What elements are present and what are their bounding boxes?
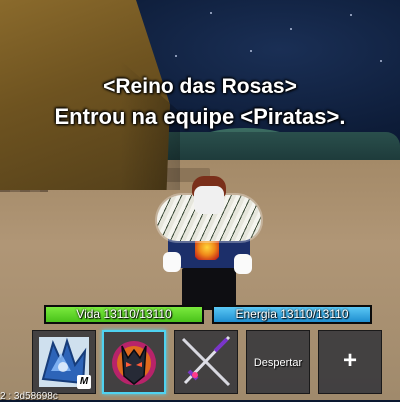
health-bar: Vida 13110/13110 <box>44 305 204 324</box>
hotbar-slot-devil-fruit[interactable] <box>102 330 166 394</box>
notification-title: <Reino das Rosas> <box>103 75 297 98</box>
hotbar-slot-fighting-style[interactable]: M <box>32 330 96 394</box>
notification-text: Entrou na equipe <Piratas>. <box>54 104 346 129</box>
awaken-button[interactable]: Despertar <box>246 330 310 394</box>
energy-label: Energia 13110/13110 <box>235 307 349 321</box>
health-label: Vida 13110/13110 <box>76 307 172 321</box>
character-hand <box>234 254 252 274</box>
awaken-label: Despertar <box>253 357 303 369</box>
character-head <box>194 186 224 214</box>
session-id: 2 : 3d58698c <box>0 391 58 402</box>
mastery-badge: M <box>77 375 91 389</box>
crossed-swords-icon <box>181 335 231 387</box>
hotbar-slot-swords[interactable] <box>174 330 238 394</box>
character-legs <box>182 268 236 310</box>
plus-icon: + <box>342 347 357 374</box>
add-slot-button[interactable]: + <box>318 330 382 394</box>
hotbar: M Despertar + <box>32 330 392 398</box>
team-join-notification: <Reino das Rosas> Entrou na equipe <Pira… <box>0 72 400 132</box>
horned-mask-icon <box>112 341 156 385</box>
character-hand <box>163 252 181 272</box>
energy-bar: Energia 13110/13110 <box>212 305 372 324</box>
